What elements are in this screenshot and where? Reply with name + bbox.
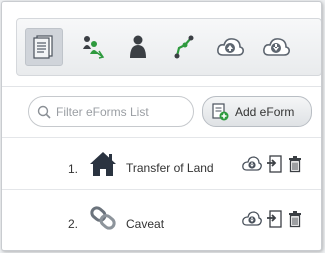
- eforms-list-button[interactable]: [25, 28, 63, 66]
- cloud-download-icon[interactable]: [242, 211, 262, 227]
- trash-icon[interactable]: [288, 155, 302, 173]
- filter-input[interactable]: [56, 104, 186, 119]
- list-item[interactable]: 2. Caveat: [2, 192, 321, 244]
- export-icon[interactable]: [266, 210, 282, 228]
- cloud-download-button[interactable]: [257, 28, 295, 66]
- item-number: 1.: [68, 162, 79, 176]
- user-icon: [130, 35, 146, 58]
- filter-box[interactable]: [28, 96, 194, 127]
- eforms-list-icon: [33, 35, 53, 59]
- toolbar: [16, 18, 321, 76]
- cloud-download-icon[interactable]: [242, 156, 262, 172]
- cloud-upload-icon: [217, 38, 244, 56]
- add-eform-button[interactable]: Add eForm: [202, 96, 312, 127]
- add-form-icon: [212, 102, 229, 120]
- eform-title[interactable]: Caveat: [126, 217, 164, 231]
- eforms-panel: Add eForm 1. Transfer of Land: [1, 1, 322, 251]
- user-button[interactable]: [119, 28, 157, 66]
- workflow-button[interactable]: [165, 28, 203, 66]
- parties-button[interactable]: [73, 28, 111, 66]
- cloud-download-icon: [263, 38, 290, 56]
- export-icon[interactable]: [266, 155, 282, 173]
- item-number: 2.: [68, 217, 79, 231]
- cloud-upload-button[interactable]: [211, 28, 249, 66]
- house-icon: [90, 152, 116, 176]
- parties-icon: [83, 36, 105, 59]
- workflow-icon: [174, 35, 194, 59]
- eform-title[interactable]: Transfer of Land: [126, 161, 214, 175]
- add-eform-label: Add eForm: [235, 104, 295, 119]
- divider: [2, 86, 321, 87]
- trash-icon[interactable]: [288, 210, 302, 228]
- divider: [2, 189, 321, 190]
- list-item[interactable]: 1. Transfer of Land: [2, 137, 321, 189]
- chain-link-icon: [90, 206, 116, 230]
- search-icon: [37, 105, 51, 119]
